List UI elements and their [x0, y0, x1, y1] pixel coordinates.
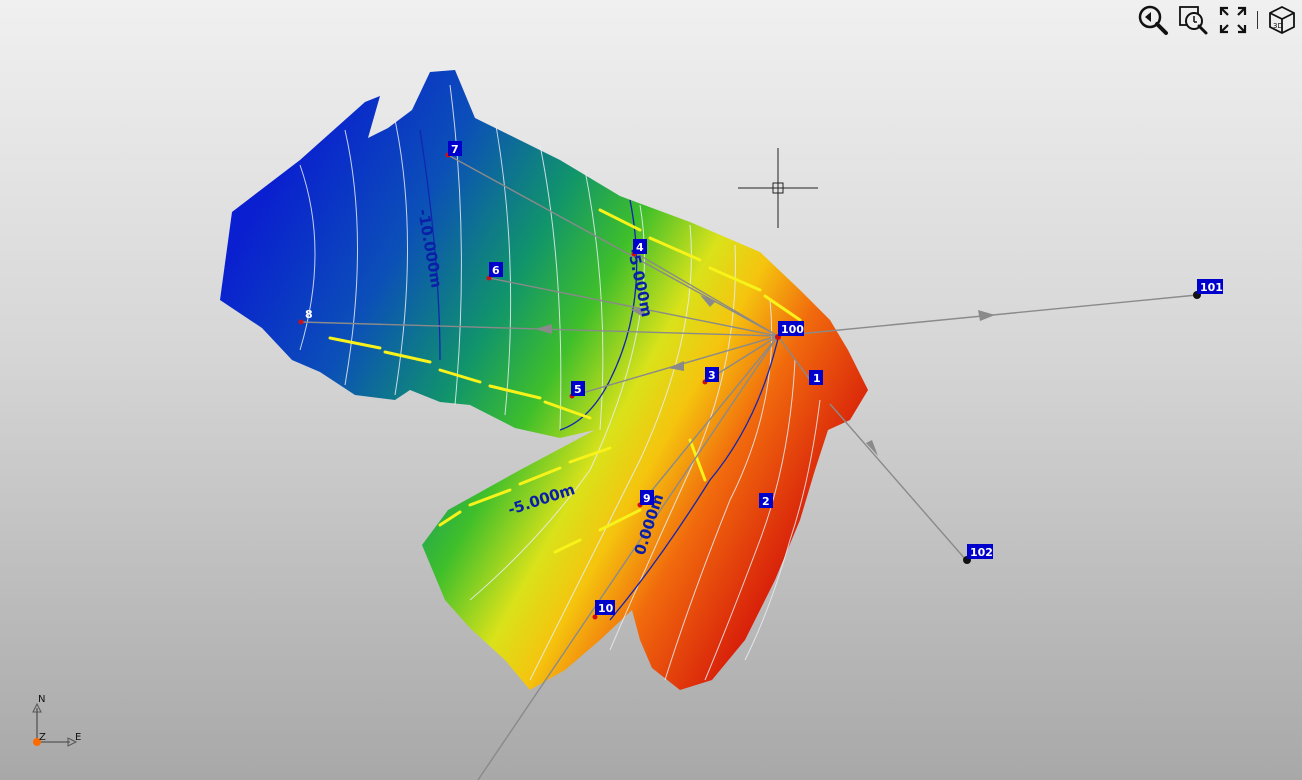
svg-text:10: 10	[598, 602, 614, 615]
zoom-window-button[interactable]	[1177, 4, 1209, 36]
point-5[interactable]: 5	[569, 381, 586, 399]
zoom-extents-icon	[1219, 6, 1247, 34]
compass-north-label: N	[38, 694, 45, 705]
zoom-window-icon	[1179, 6, 1208, 35]
crosshair-cursor-icon	[738, 148, 818, 228]
view-3d-button[interactable]: 3D	[1266, 4, 1298, 36]
view-toolbar: 3D	[1137, 4, 1298, 36]
compass-up-label: Z	[39, 732, 46, 743]
svg-text:2: 2	[762, 495, 770, 508]
zoom-extents-button[interactable]	[1217, 4, 1249, 36]
svg-text:102: 102	[970, 546, 993, 559]
station-101[interactable]: 101	[1193, 279, 1223, 299]
point-2[interactable]: 2	[759, 493, 773, 508]
svg-text:9: 9	[643, 492, 651, 505]
station-102[interactable]: 102	[963, 544, 993, 564]
point-4[interactable]: 4	[631, 239, 648, 257]
axis-triad: N E Z	[32, 694, 81, 747]
svg-text:1: 1	[813, 372, 821, 385]
terrain-surface	[220, 70, 868, 690]
svg-text:101: 101	[1200, 281, 1223, 294]
svg-text:6: 6	[492, 264, 500, 277]
svg-text:3: 3	[708, 369, 716, 382]
svg-text:7: 7	[451, 143, 459, 156]
zoom-back-icon	[1138, 5, 1168, 35]
svg-text:100: 100	[781, 323, 804, 336]
svg-text:3D: 3D	[1273, 22, 1283, 30]
point-1[interactable]: 1	[809, 370, 823, 385]
map-viewport[interactable]: -10.000m -5.000m -5.000m 0.000m 100 101 …	[0, 0, 1302, 780]
svg-text:8: 8	[305, 308, 313, 321]
svg-text:4: 4	[636, 241, 644, 254]
zoom-previous-button[interactable]	[1137, 4, 1169, 36]
cube-3d-icon: 3D	[1269, 5, 1295, 35]
toolbar-separator	[1257, 11, 1258, 29]
svg-text:5: 5	[574, 383, 582, 396]
compass-east-label: E	[75, 732, 81, 743]
